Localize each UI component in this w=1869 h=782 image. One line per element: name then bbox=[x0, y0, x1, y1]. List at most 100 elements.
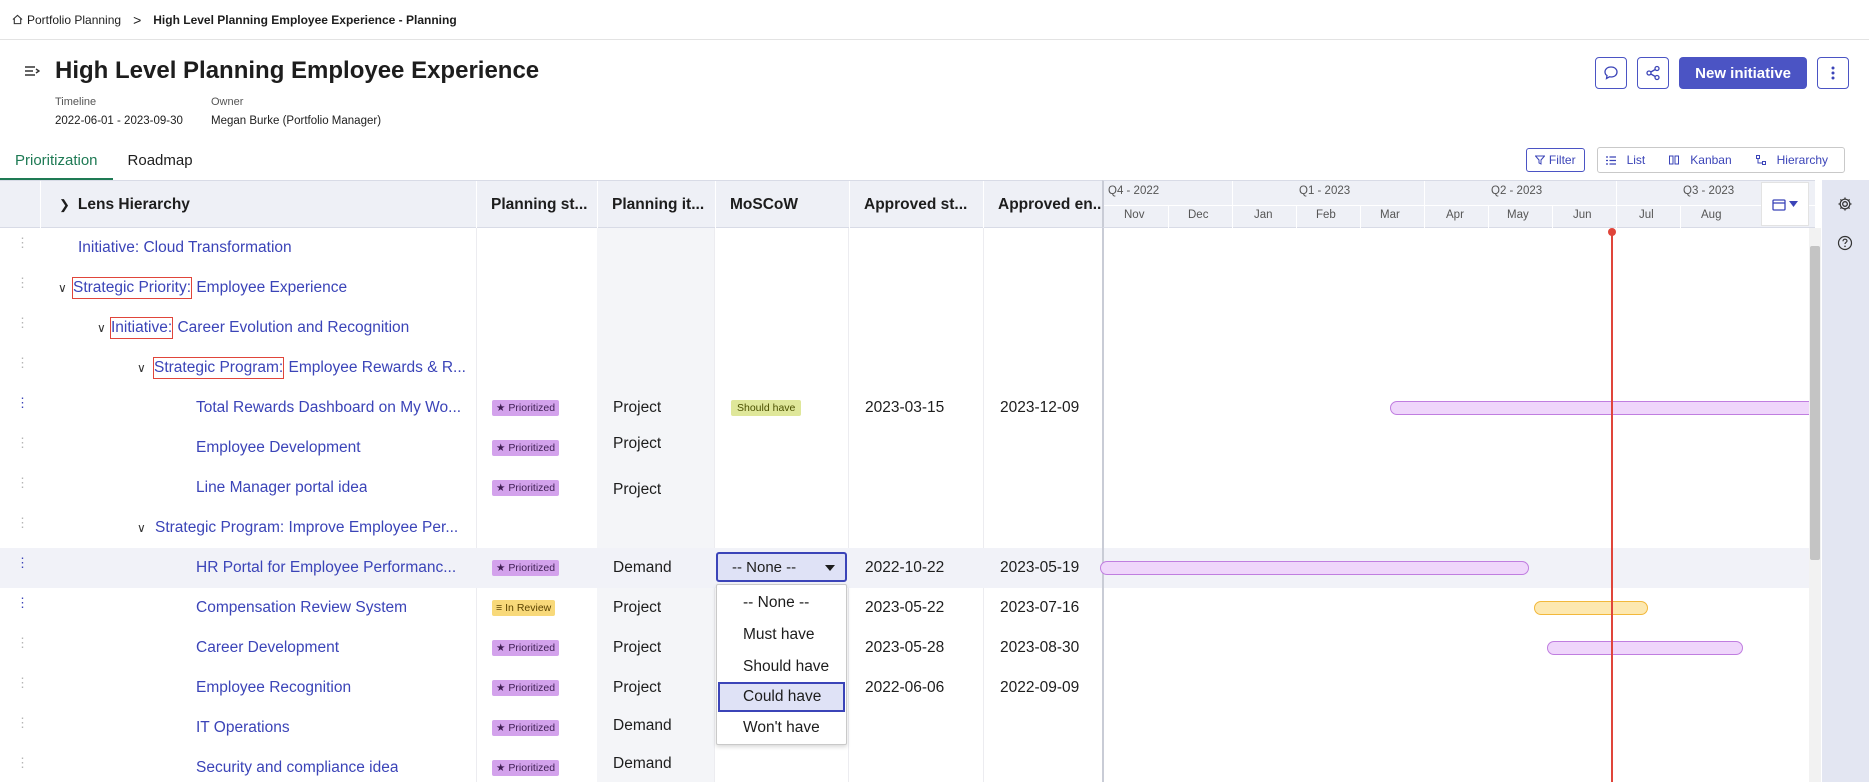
row-title-link[interactable]: HR Portal for Employee Performanc... bbox=[196, 548, 464, 588]
breadcrumb-root[interactable]: Portfolio Planning bbox=[12, 13, 121, 27]
moscow-select[interactable]: -- None -- bbox=[716, 552, 847, 582]
row-title-link[interactable]: Strategic Program: Improve Employee Per.… bbox=[155, 508, 458, 548]
month-label: Feb bbox=[1316, 209, 1336, 221]
planning-item-cell[interactable]: Project bbox=[613, 668, 661, 708]
approved-start-cell[interactable]: 2023-05-28 bbox=[865, 628, 944, 668]
drag-handle-icon[interactable]: ⋮ bbox=[16, 396, 29, 409]
row-type-prefix: Initiative: bbox=[110, 317, 174, 339]
timeline-scale-button[interactable] bbox=[1761, 182, 1809, 226]
approved-start-cell[interactable]: 2023-05-22 bbox=[865, 588, 944, 628]
approved-end-cell[interactable]: 2022-09-09 bbox=[1000, 668, 1079, 708]
gantt-bar[interactable] bbox=[1534, 601, 1648, 615]
row-title-link[interactable]: IT Operations bbox=[196, 708, 290, 748]
comment-button[interactable] bbox=[1595, 57, 1628, 89]
status-badge: ≡ In Review bbox=[492, 600, 556, 616]
row-title-link[interactable]: Compensation Review System bbox=[196, 588, 407, 628]
gantt-bar[interactable] bbox=[1100, 561, 1529, 575]
row-title-link[interactable]: Strategic Priority: Employee Experience bbox=[72, 268, 347, 308]
page-title: High Level Planning Employee Experience bbox=[55, 57, 540, 84]
row-title: Employee Experience bbox=[192, 279, 348, 296]
moscow-option-could-have[interactable]: Could have bbox=[718, 682, 845, 712]
planning-item-cell[interactable]: Project bbox=[613, 628, 661, 668]
gantt-bar[interactable] bbox=[1547, 641, 1743, 655]
column-lens-hierarchy[interactable]: ❯ Lens Hierarchy bbox=[40, 181, 476, 228]
drag-handle-icon[interactable]: ⋮ bbox=[16, 436, 29, 449]
share-button[interactable] bbox=[1637, 57, 1670, 89]
row-title-link[interactable]: Career Development bbox=[196, 628, 339, 668]
status-badge: ★ Prioritized bbox=[492, 720, 560, 736]
settings-gear-icon[interactable] bbox=[1834, 193, 1856, 215]
owner-label: Owner bbox=[211, 96, 244, 108]
month-divider bbox=[1296, 205, 1297, 228]
planning-item-cell[interactable]: Project bbox=[613, 424, 661, 464]
planning-item-cell[interactable]: Project bbox=[613, 470, 661, 510]
scrollbar-thumb[interactable] bbox=[1810, 246, 1820, 560]
row-title-link[interactable]: Total Rewards Dashboard on My Wo... bbox=[196, 388, 464, 428]
hierarchy-view-button[interactable]: Hierarchy bbox=[1748, 153, 1844, 167]
drag-handle-icon[interactable]: ⋮ bbox=[16, 676, 29, 689]
drag-handle-icon[interactable]: ⋮ bbox=[16, 276, 29, 289]
chevron-down-icon[interactable]: ∨ bbox=[137, 361, 146, 375]
drag-handle-icon[interactable]: ⋮ bbox=[16, 476, 29, 489]
column-planning-item[interactable]: Planning it... bbox=[597, 181, 715, 228]
filter-button[interactable]: Filter bbox=[1525, 148, 1585, 172]
approved-end-cell[interactable]: 2023-05-19 bbox=[1000, 548, 1079, 588]
column-approved-end[interactable]: Approved en... bbox=[983, 181, 1102, 228]
chevron-down-icon[interactable]: ∨ bbox=[137, 521, 146, 535]
row-title-link[interactable]: Initiative: Career Evolution and Recogni… bbox=[110, 308, 409, 348]
moscow-option-should-have[interactable]: Should have bbox=[718, 652, 845, 682]
kanban-view-button[interactable]: Kanban bbox=[1661, 153, 1747, 167]
moscow-option-wont-have[interactable]: Won't have bbox=[718, 713, 845, 743]
approved-end-cell[interactable]: 2023-08-30 bbox=[1000, 628, 1079, 668]
more-vertical-icon bbox=[1831, 66, 1835, 80]
row-title-link[interactable]: Initiative: Cloud Transformation bbox=[78, 228, 292, 268]
drag-handle-icon[interactable]: ⋮ bbox=[16, 716, 29, 729]
column-planning-status[interactable]: Planning st... bbox=[476, 181, 597, 228]
column-approved-start[interactable]: Approved st... bbox=[849, 181, 983, 228]
help-icon[interactable] bbox=[1834, 232, 1856, 254]
quarter-label: Q3 - 2023 bbox=[1683, 185, 1735, 197]
row-title-link[interactable]: Strategic Program: Employee Rewards & R.… bbox=[153, 348, 466, 388]
drag-handle-icon[interactable]: ⋮ bbox=[16, 316, 29, 329]
planning-item-cell[interactable]: Demand bbox=[613, 744, 672, 782]
approved-end-cell[interactable]: 2023-07-16 bbox=[1000, 588, 1079, 628]
breadcrumb: Portfolio Planning > High Level Planning… bbox=[0, 0, 1869, 40]
drag-handle-icon[interactable]: ⋮ bbox=[16, 556, 29, 569]
planning-item-cell[interactable]: Project bbox=[613, 388, 661, 428]
chevron-down-icon[interactable]: ∨ bbox=[58, 281, 67, 295]
quarter-label: Q1 - 2023 bbox=[1299, 185, 1351, 197]
tab-prioritization[interactable]: Prioritization bbox=[0, 152, 113, 180]
expand-all-icon[interactable]: ❯ bbox=[59, 197, 70, 213]
column-moscow[interactable]: MoSCoW bbox=[715, 181, 849, 228]
list-view-button[interactable]: List bbox=[1598, 153, 1662, 167]
approved-start-cell[interactable]: 2022-10-22 bbox=[865, 548, 944, 588]
chevron-down-icon[interactable]: ∨ bbox=[97, 321, 106, 335]
caret-down-icon bbox=[1789, 201, 1798, 207]
row-title-link[interactable]: Employee Development bbox=[196, 428, 361, 468]
moscow-option-must-have[interactable]: Must have bbox=[718, 620, 845, 650]
drag-handle-icon[interactable]: ⋮ bbox=[16, 596, 29, 609]
row-title-link[interactable]: Line Manager portal idea bbox=[196, 468, 367, 508]
gantt-bar[interactable] bbox=[1390, 401, 1820, 415]
tab-roadmap[interactable]: Roadmap bbox=[113, 152, 208, 180]
row-title-link[interactable]: Employee Recognition bbox=[196, 668, 351, 708]
planning-item-cell[interactable]: Demand bbox=[613, 548, 672, 588]
approved-start-cell[interactable]: 2023-03-15 bbox=[865, 388, 944, 428]
row-title-link[interactable]: Security and compliance idea bbox=[196, 748, 398, 782]
drag-handle-icon[interactable]: ⋮ bbox=[16, 356, 29, 369]
collapse-menu-icon[interactable] bbox=[24, 64, 41, 82]
vertical-scrollbar[interactable] bbox=[1809, 228, 1821, 782]
drag-handle-icon[interactable]: ⋮ bbox=[16, 516, 29, 529]
planning-item-cell[interactable]: Project bbox=[613, 588, 661, 628]
planning-item-cell[interactable]: Demand bbox=[613, 706, 672, 746]
moscow-badge[interactable]: Should have bbox=[731, 400, 802, 416]
drag-handle-icon[interactable]: ⋮ bbox=[16, 236, 29, 249]
moscow-option-none[interactable]: -- None -- bbox=[718, 588, 845, 618]
more-options-button[interactable] bbox=[1817, 57, 1849, 89]
approved-start-cell[interactable]: 2022-06-06 bbox=[865, 668, 944, 708]
drag-handle-icon[interactable]: ⋮ bbox=[16, 636, 29, 649]
approved-end-cell[interactable]: 2023-12-09 bbox=[1000, 388, 1079, 428]
drag-handle-icon[interactable]: ⋮ bbox=[16, 756, 29, 769]
new-initiative-button[interactable]: New initiative bbox=[1679, 57, 1807, 89]
caret-down-icon bbox=[825, 565, 835, 571]
